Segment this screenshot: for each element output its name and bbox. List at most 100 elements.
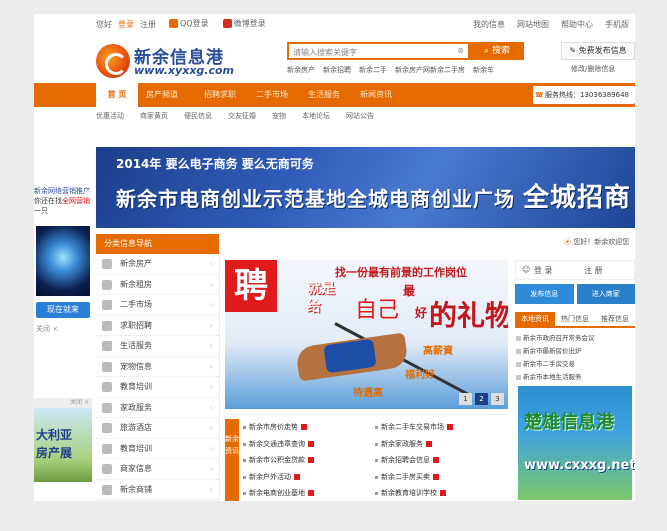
- news-item[interactable]: 新余招聘会信息: [375, 452, 503, 469]
- category-item[interactable]: 新余商铺 ›: [96, 480, 219, 500]
- ad-cta-button[interactable]: 现在就来: [36, 302, 90, 318]
- floating-ad-left: 新余网络营销推广 × 你还在找全网营销 一只 现在就来 关闭 ×: [34, 184, 94, 340]
- category-item[interactable]: 教育培训 ›: [96, 377, 219, 398]
- news-item[interactable]: 新余电商创业基地: [243, 485, 371, 501]
- category-item[interactable]: 商家信息 ›: [96, 459, 219, 480]
- list-item[interactable]: 新余市二手房交易: [515, 358, 635, 371]
- site-logo[interactable]: 新余信息港 www.xyxxg.com: [96, 42, 234, 80]
- post-info-button[interactable]: ✎ 免费发布信息: [561, 42, 635, 60]
- news-item[interactable]: 新余户外活动: [243, 469, 371, 486]
- news-item[interactable]: 新余教育培训学校: [375, 485, 503, 501]
- category-item[interactable]: 新余房产 ›: [96, 254, 219, 275]
- hot-keyword[interactable]: 新余房产网新余二手房: [395, 65, 465, 75]
- tab-local-news[interactable]: 本地资讯: [515, 312, 555, 326]
- category-label: 新余商铺: [120, 484, 152, 494]
- category-item[interactable]: 新余租房 ›: [96, 275, 219, 295]
- hot-keyword[interactable]: 新余车: [473, 65, 494, 75]
- book-icon: [102, 382, 112, 392]
- search-button[interactable]: ⌕ 搜索: [470, 42, 524, 60]
- mobile-link[interactable]: 手机版: [605, 19, 629, 30]
- top-right-links: 我的信息 网站地图 帮助中心 手机版: [473, 19, 629, 30]
- hot-keyword[interactable]: 新余招聘: [323, 65, 351, 75]
- category-item[interactable]: 家政服务 ›: [96, 398, 219, 418]
- logo-mark-icon: [96, 44, 130, 78]
- list-item[interactable]: 新余市政府召开常务会议: [515, 332, 635, 345]
- news-item[interactable]: 新余二手车交易市场: [375, 419, 503, 436]
- ad-text-2: 一只: [34, 207, 48, 215]
- news-item[interactable]: 新余交通违章查询: [243, 436, 371, 453]
- edit-info-link[interactable]: 修改/删除信息: [571, 64, 615, 74]
- hot-keyword[interactable]: 新余二手: [359, 65, 387, 75]
- slider-page-button[interactable]: 1: [459, 393, 472, 405]
- chevron-right-icon: ›: [209, 361, 213, 371]
- close-icon[interactable]: ×: [85, 186, 91, 194]
- hot-keyword[interactable]: 新余房产: [287, 65, 315, 75]
- partner-ad[interactable]: 楚雄信息港 www.cxxxg.net: [518, 386, 635, 500]
- news-tag: 新余资讯: [225, 419, 239, 501]
- ad-close-link[interactable]: 关闭 ×: [36, 324, 58, 334]
- promo-banner[interactable]: 2014年 要么电子商务 要么无商可务 新余市电商创业示范基地全城电商创业广场 …: [96, 147, 635, 228]
- nav-services[interactable]: 生活服务: [308, 89, 340, 100]
- help-link[interactable]: 帮助中心: [561, 19, 593, 30]
- chevron-right-icon: ›: [209, 484, 213, 494]
- my-info-link[interactable]: 我的信息: [473, 19, 505, 30]
- subnav-item[interactable]: 交友征婚: [228, 111, 256, 121]
- tab-recommended[interactable]: 推荐信息: [595, 312, 635, 326]
- category-item[interactable]: 二手市场 ›: [96, 295, 219, 316]
- slider-page-button[interactable]: 3: [491, 393, 504, 405]
- category-title: 分类信息导航: [96, 234, 219, 254]
- post-info-label: 免费发布信息: [578, 46, 627, 55]
- nav-news[interactable]: 新闻资讯: [360, 89, 392, 100]
- weibo-login-link[interactable]: 微博登录: [222, 18, 266, 29]
- clear-icon[interactable]: ⊗: [457, 46, 464, 55]
- top-utility-bar: 您好 登录 注册 QQ登录 微博登录 我的信息 网站地图 帮助中心 手机版: [34, 14, 635, 34]
- subnav-item[interactable]: 商家黄页: [140, 111, 168, 121]
- publish-button[interactable]: 发布信息: [515, 284, 574, 304]
- login-link[interactable]: 登录: [118, 19, 134, 30]
- key-icon: [102, 279, 112, 290]
- ad-link[interactable]: 全网营销: [62, 197, 90, 205]
- qq-icon: [169, 19, 178, 28]
- image-slider[interactable]: 聘 找一份最有前景的工作岗位 就是 给 自己 最 好 的礼物 高薪資 福利好 待…: [225, 260, 508, 409]
- hot-icon: [433, 457, 439, 463]
- social-login: QQ登录 微博登录: [169, 18, 266, 29]
- ad-close-bar[interactable]: 关闭 ×: [34, 398, 92, 408]
- slider-text: 最: [403, 284, 416, 298]
- category-item[interactable]: 生活服务 ›: [96, 336, 219, 357]
- list-item[interactable]: 新余市本地生活服务: [515, 371, 635, 384]
- ad-image[interactable]: [36, 226, 90, 296]
- nav-secondhand[interactable]: 二手市场: [256, 89, 288, 100]
- news-item[interactable]: 新余二手房买卖: [375, 469, 503, 486]
- category-item[interactable]: 旅游酒店 ›: [96, 418, 219, 439]
- info-tabs: 本地资讯 热门信息 推荐信息: [515, 312, 635, 328]
- tab-hot[interactable]: 热门信息: [555, 312, 595, 326]
- subnav-item[interactable]: 优惠活动: [96, 111, 124, 121]
- hot-icon: [294, 473, 300, 480]
- partner-ad-url: www.cxxxg.net: [524, 458, 635, 473]
- subnav-item[interactable]: 本地论坛: [302, 111, 330, 121]
- service-phone: 服务热线：13036389648: [533, 86, 635, 104]
- merchant-button[interactable]: 进入商家: [576, 284, 635, 304]
- news-item[interactable]: 新余家政服务: [375, 436, 503, 453]
- register-link[interactable]: 注册: [140, 19, 156, 30]
- slider-page-button[interactable]: 2: [475, 393, 488, 405]
- subnav-item[interactable]: 宠物: [272, 111, 286, 121]
- register-link[interactable]: 注 册: [584, 265, 603, 276]
- nav-jobs[interactable]: 招聘求职: [204, 89, 236, 100]
- search-input[interactable]: 请输入搜索关键字 ⊗: [287, 42, 470, 60]
- subnav-item[interactable]: 便民信息: [184, 111, 212, 121]
- sitemap-link[interactable]: 网站地图: [517, 19, 549, 30]
- category-item[interactable]: 教育培训 ›: [96, 439, 219, 459]
- login-link[interactable]: 登 录: [534, 265, 553, 276]
- nav-house[interactable]: 房产频道: [146, 89, 178, 100]
- nav-home[interactable]: 首 页: [96, 83, 138, 107]
- category-item[interactable]: 宠物信息 ›: [96, 357, 219, 377]
- category-item[interactable]: 求职招聘 ›: [96, 316, 219, 336]
- qq-login-link[interactable]: QQ登录: [169, 18, 209, 29]
- main-nav: 首 页 房产频道 招聘求职 二手市场 生活服务 新闻资讯 服务热线：130363…: [34, 83, 635, 107]
- category-label: 新余房产: [120, 259, 152, 268]
- news-item[interactable]: 新余市公积金贷款: [243, 452, 371, 469]
- list-item[interactable]: 新余市最新房价出炉: [515, 345, 635, 358]
- news-item[interactable]: 新余市房价走势: [243, 419, 371, 436]
- subnav-item[interactable]: 网站公告: [346, 111, 374, 121]
